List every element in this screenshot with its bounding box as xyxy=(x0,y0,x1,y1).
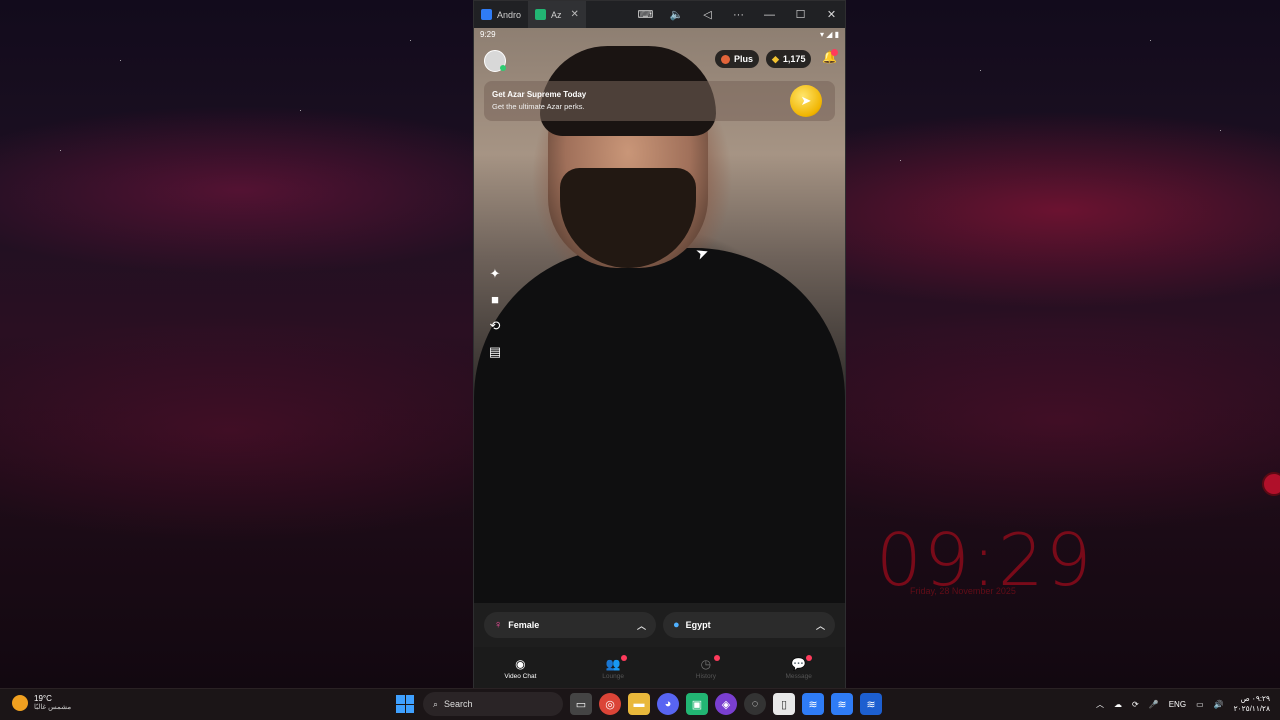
obs-icon[interactable]: ◌ xyxy=(744,693,766,715)
tray-date: ٢٠٢٥/١١/٢٨ xyxy=(1233,704,1270,713)
filter-bar: ♀ Female ︿ ● Egypt ︿ xyxy=(474,603,845,647)
document-icon[interactable]: ▯ xyxy=(773,693,795,715)
plus-label: Plus xyxy=(734,54,754,64)
desktop-date: Friday, 28 November 2025 xyxy=(910,586,1016,596)
system-tray: ︿ ☁ ⟳ 🎤 ENG ▭ 🔊 ٠٩:٢٩ ص ٢٠٢٥/١١/٢٨ xyxy=(1096,694,1270,714)
nav-video-chat[interactable]: ◉ Video Chat xyxy=(474,647,567,689)
lounge-icon: 👥 xyxy=(605,656,621,671)
globe-icon: ● xyxy=(673,619,680,631)
weather-temp: 19°C xyxy=(34,694,52,703)
tray-clock[interactable]: ٠٩:٢٩ ص ٢٠٢٥/١١/٢٨ xyxy=(1234,694,1270,714)
female-icon: ♀ xyxy=(494,619,503,631)
video-feed[interactable]: 9:29 ▾ ◢ ▮ Plus ◆ 1,175 🔔 Get Azar Supre… xyxy=(474,28,845,603)
country-label: Egypt xyxy=(685,620,711,630)
maximize-icon[interactable]: ☐ xyxy=(785,8,816,21)
cloud-icon[interactable]: ☁ xyxy=(1114,700,1122,709)
bottom-nav: ◉ Video Chat 👥 Lounge ◷ History 💬 Messag… xyxy=(474,647,845,689)
nav-label: Message xyxy=(785,672,812,680)
emulator-app-icon[interactable]: ≋ xyxy=(802,693,824,715)
search-icon: ⌕ xyxy=(433,698,439,709)
supreme-coin-icon: ➤ xyxy=(790,85,822,117)
gem-balance-button[interactable]: ◆ 1,175 xyxy=(766,50,812,68)
nav-message[interactable]: 💬 Message xyxy=(752,647,845,689)
record-button[interactable] xyxy=(1262,472,1280,496)
lounge-badge xyxy=(620,655,627,661)
file-explorer-icon[interactable]: ▬ xyxy=(628,693,650,715)
android-app-icon xyxy=(481,9,492,20)
tray-time: ٠٩:٢٩ ص xyxy=(1240,694,1270,703)
language-indicator[interactable]: ENG xyxy=(1169,700,1186,709)
discord-icon[interactable]: ◕ xyxy=(657,693,679,715)
history-badge xyxy=(713,655,720,661)
gender-filter[interactable]: ♀ Female ︿ xyxy=(484,612,656,638)
network-icon[interactable]: ▭ xyxy=(1196,700,1204,709)
sync-icon[interactable]: ⟳ xyxy=(1132,700,1139,709)
plus-icon xyxy=(721,54,730,64)
minimize-icon[interactable]: — xyxy=(754,9,785,21)
volume-icon[interactable]: 🔈 xyxy=(661,8,692,21)
mic-icon[interactable]: 🎤 xyxy=(1149,700,1159,709)
close-tab-icon[interactable]: ✕ xyxy=(571,9,579,20)
nav-label: Lounge xyxy=(602,672,624,680)
green-app-icon[interactable]: ▣ xyxy=(686,693,708,715)
chrome-icon[interactable]: ◎ xyxy=(599,693,621,715)
weather-widget[interactable]: 19°C مشمس غالبًا xyxy=(12,694,71,711)
azar-app-icon xyxy=(535,9,547,20)
message-badge xyxy=(806,655,813,661)
tab-android[interactable]: Andro xyxy=(474,1,528,28)
emulator-window: Andro Az ✕ ⌨ 🔈 ◁ ··· — ☐ ✕ 9:29 ▾ ◢ ▮ Pl… xyxy=(473,0,846,689)
more-icon[interactable]: ··· xyxy=(723,9,754,21)
chevron-up-icon: ︿ xyxy=(815,621,825,631)
sun-icon xyxy=(12,694,28,711)
camera-icon[interactable]: ■ xyxy=(487,292,503,308)
country-filter[interactable]: ● Egypt ︿ xyxy=(663,612,835,638)
taskbar-apps: ⌕ Search ▭ ◎ ▬ ◕ ▣ ◈ ◌ ▯ ≋ ≋ ≋ xyxy=(394,692,882,716)
archive-icon[interactable]: ▤ xyxy=(487,344,503,360)
task-view-icon[interactable]: ▭ xyxy=(570,693,592,715)
gem-icon: ◆ xyxy=(772,53,779,64)
search-label: Search xyxy=(444,699,473,709)
status-time: 9:29 xyxy=(480,30,496,39)
video-person-body xyxy=(474,248,845,603)
promo-subtitle: Get the ultimate Azar perks. xyxy=(492,102,585,111)
gem-count: 1,175 xyxy=(782,54,806,64)
purple-app-icon[interactable]: ◈ xyxy=(715,693,737,715)
emulator-app-icon-2[interactable]: ≋ xyxy=(831,693,853,715)
plus-button[interactable]: Plus xyxy=(715,50,760,68)
back-icon[interactable]: ◁ xyxy=(692,8,723,21)
nav-lounge[interactable]: 👥 Lounge xyxy=(567,647,660,689)
message-icon: 💬 xyxy=(791,656,807,671)
status-icons: ▾ ◢ ▮ xyxy=(819,30,839,39)
nav-history[interactable]: ◷ History xyxy=(660,647,753,689)
weather-desc: مشمس غالبًا xyxy=(34,704,72,711)
notification-badge xyxy=(831,49,838,56)
close-icon[interactable]: ✕ xyxy=(816,8,847,21)
effects-wand-icon[interactable]: ✦ xyxy=(487,266,503,282)
side-toolbar: ✦ ■ ⟲ ▤ xyxy=(487,266,503,360)
speaker-icon[interactable]: 🔊 xyxy=(1214,700,1224,709)
taskbar: 19°C مشمس غالبًا ⌕ Search ▭ ◎ ▬ ◕ ▣ ◈ ◌ … xyxy=(0,688,1280,720)
gender-label: Female xyxy=(508,620,540,630)
history-icon: ◷ xyxy=(700,656,712,671)
windows-icon xyxy=(396,695,414,713)
chevron-up-icon[interactable]: ︿ xyxy=(1096,699,1104,710)
chevron-up-icon: ︿ xyxy=(636,621,646,631)
online-dot xyxy=(500,65,506,71)
start-button[interactable] xyxy=(394,693,416,715)
promo-title: Get Azar Supreme Today xyxy=(492,90,587,99)
tab-label: Andro xyxy=(497,9,522,20)
tab-azar[interactable]: Az ✕ xyxy=(528,1,586,28)
keyboard-icon[interactable]: ⌨ xyxy=(630,8,661,21)
nav-label: Video Chat xyxy=(504,672,537,680)
promo-banner[interactable]: Get Azar Supreme Today Get the ultimate … xyxy=(484,81,835,121)
nav-label: History xyxy=(695,672,716,680)
emulator-app-icon-3[interactable]: ≋ xyxy=(860,693,882,715)
video-chat-icon: ◉ xyxy=(515,656,526,671)
tab-label: Az xyxy=(551,9,562,20)
switch-camera-icon[interactable]: ⟲ xyxy=(487,318,503,334)
emulator-titlebar: Andro Az ✕ ⌨ 🔈 ◁ ··· — ☐ ✕ xyxy=(474,1,845,28)
taskbar-search[interactable]: ⌕ Search xyxy=(423,692,563,716)
